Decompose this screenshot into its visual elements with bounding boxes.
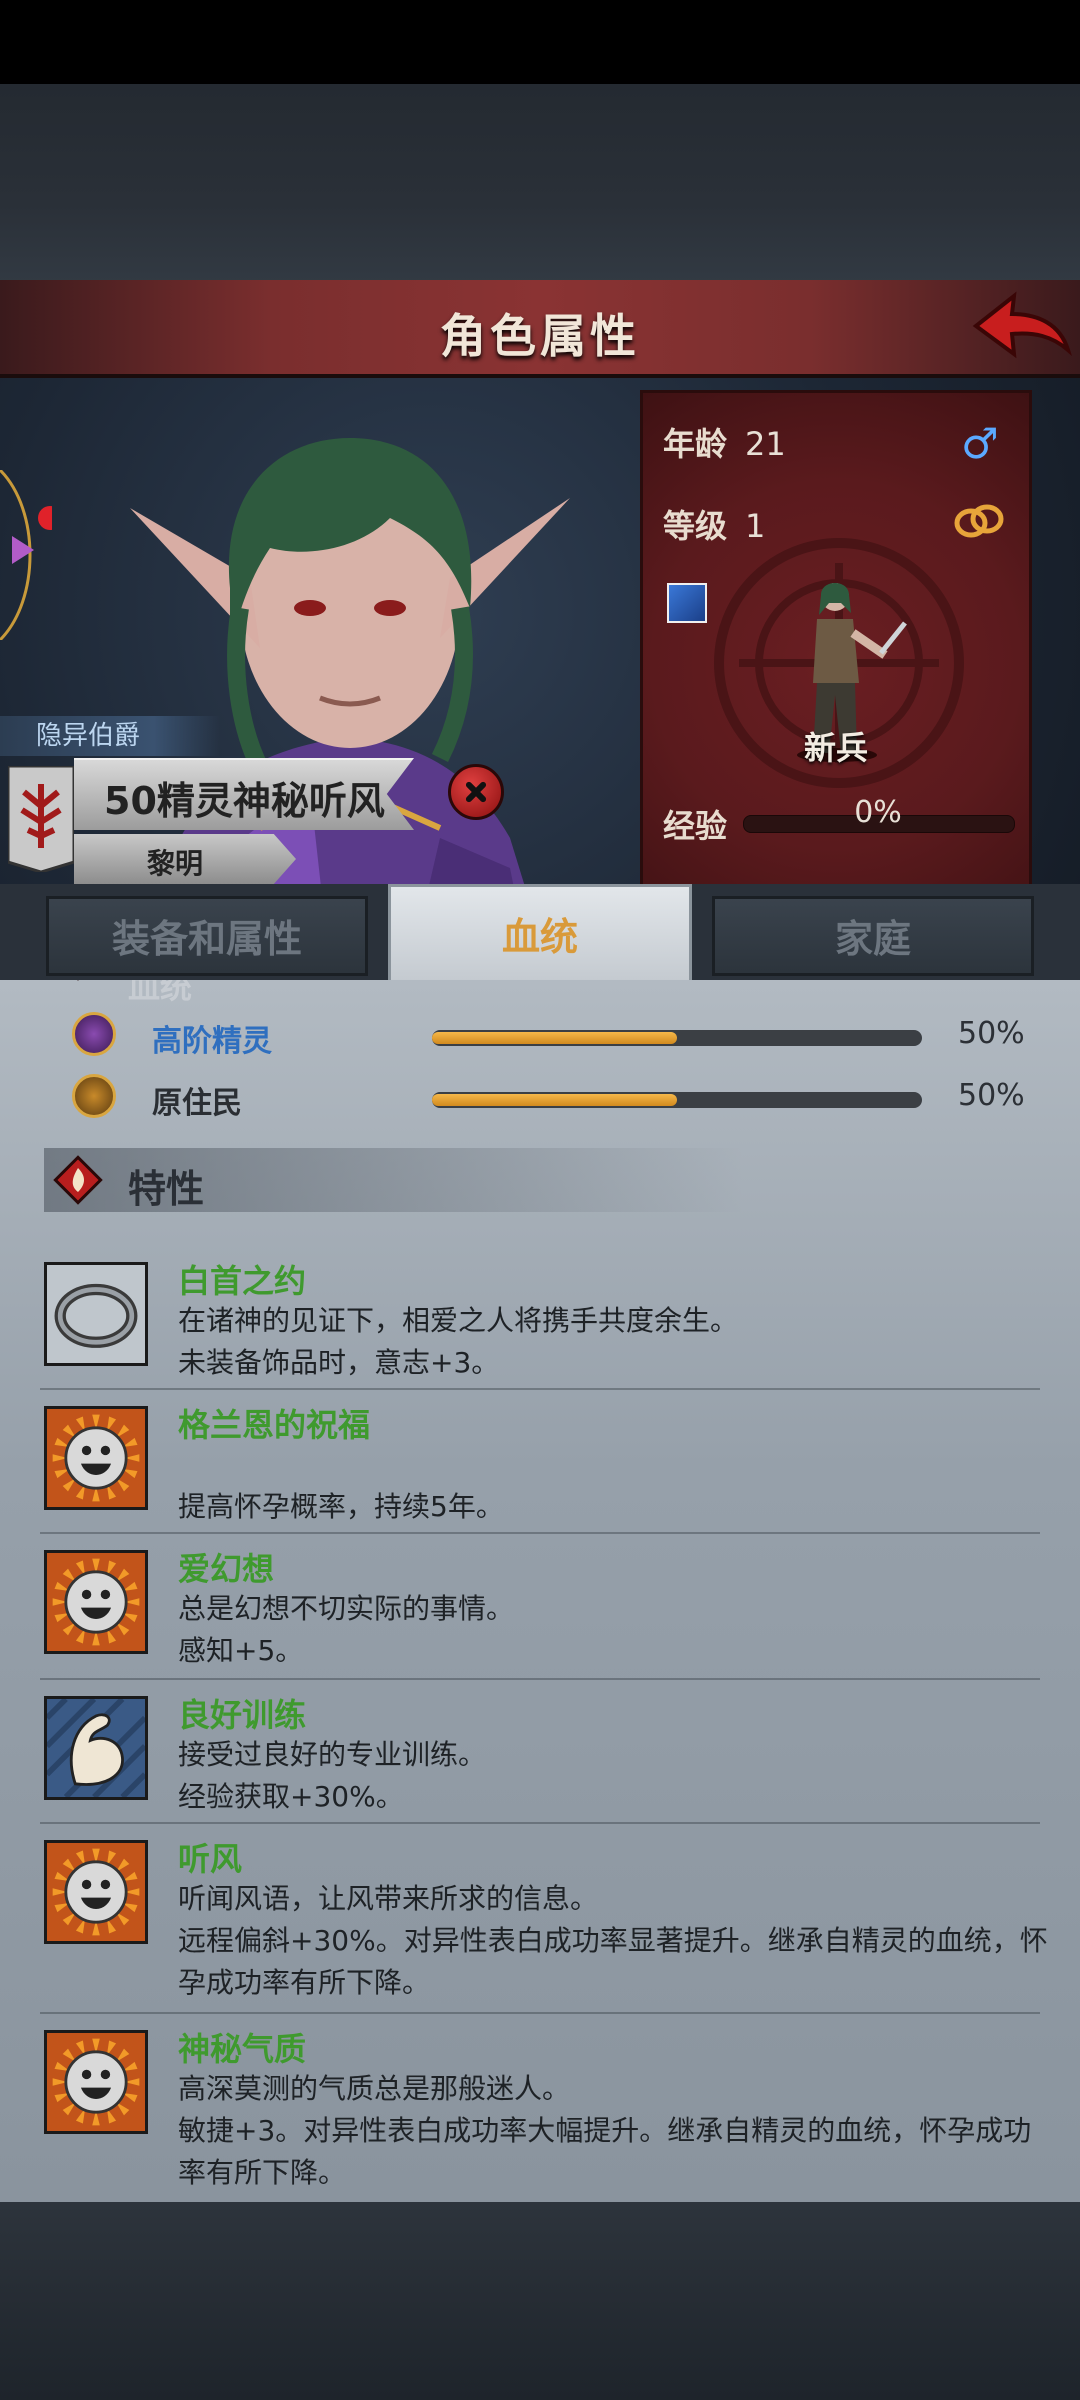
trait-name: 听风 <box>178 1840 243 1878</box>
trait-name: 格兰恩的祝福 <box>178 1406 371 1444</box>
family-name-plate: 黎明 <box>74 834 296 884</box>
age-stat: 年龄 21 <box>663 419 786 465</box>
tab-family[interactable]: 家庭 <box>712 896 1034 976</box>
bloodline-section-title: 血统 <box>128 980 193 1006</box>
trait-description: 高深莫测的气质总是那般迷人。 敏捷+3。对异性表白成功率大幅提升。继承自精灵的血… <box>178 2072 1032 2189</box>
bloodline-bar <box>432 1092 922 1108</box>
native-leaf-icon <box>72 1074 116 1118</box>
trait-description: 提高怀孕概率，持续5年。 <box>178 1490 504 1523</box>
bloodline-percent: 50% <box>958 1016 1025 1051</box>
traits-section-title: 特性 <box>128 1167 205 1211</box>
bloodline-icon <box>53 980 103 981</box>
tab-equipment[interactable]: 装备和属性 <box>46 896 368 976</box>
ring-icon <box>954 504 1004 538</box>
stats-panel: 年龄 21 ♂ 等级 1 新兵 经验 0% <box>640 390 1032 890</box>
high-elf-icon <box>72 1012 116 1056</box>
level-stat: 等级 1 <box>663 501 765 547</box>
rank-label: 隐异伯爵 <box>0 716 220 756</box>
family-name: 黎明 <box>146 847 203 880</box>
bloodline-content: 血统 高阶精灵 50% 原住民 50% 特性 白首之约在诸神的见证下，相爱之人将… <box>0 980 1080 2202</box>
trait-description: 接受过良好的专业训练。 经验获取+30%。 <box>178 1738 487 1813</box>
trait-name: 爱幻想 <box>178 1550 275 1588</box>
status-bar <box>0 0 1080 84</box>
trait-name: 良好训练 <box>178 1696 307 1734</box>
trait-divider <box>40 1388 1040 1390</box>
bloodline-name: 原住民 <box>152 1086 242 1121</box>
sun-smile-icon <box>44 1550 148 1654</box>
age-label: 年龄 <box>663 425 728 463</box>
trait-description: 总是幻想不切实际的事情。 感知+5。 <box>178 1592 515 1667</box>
fire-icon <box>53 1155 103 1205</box>
trait-name: 白首之约 <box>178 1262 307 1300</box>
bloodline-bar <box>432 1030 922 1046</box>
level-label: 等级 <box>663 507 728 545</box>
traits-section-header: 特性 <box>44 1148 744 1212</box>
trait-description: 听闻风语，让风带来所求的信息。 远程偏斜+30%。对异性表白成功率显著提升。继承… <box>178 1882 1048 1999</box>
top-background <box>0 84 1080 284</box>
trait-divider <box>40 1822 1040 1824</box>
exp-label: 经验 <box>663 807 728 845</box>
trait-divider <box>40 1532 1040 1534</box>
weapon-skill-icon[interactable] <box>667 583 707 623</box>
side-ornament-icon <box>0 470 52 640</box>
sun-smile-icon <box>44 2030 148 2134</box>
muscle-arm-icon <box>44 1696 148 1800</box>
trait-divider <box>40 1678 1040 1680</box>
bloodline-percent: 50% <box>958 1078 1025 1113</box>
tab-bloodline[interactable]: 血统 <box>388 884 692 984</box>
page-title: 角色属性 <box>440 309 640 363</box>
family-banner-icon <box>8 766 74 872</box>
male-icon: ♂ <box>961 419 999 468</box>
sun-smile-icon <box>44 1840 148 1944</box>
ring-icon <box>44 1262 148 1366</box>
sun-smile-icon <box>44 1406 148 1510</box>
level-value: 1 <box>745 507 766 545</box>
bloodline-row: 原住民 50% <box>72 1072 1052 1122</box>
exp-value: 0% <box>854 795 902 830</box>
bottom-background <box>0 2202 1080 2400</box>
character-name-plate: 50精灵神秘听风 <box>74 758 414 830</box>
back-arrow-icon[interactable] <box>968 288 1072 368</box>
trait-divider <box>40 2012 1040 2014</box>
dismiss-button[interactable] <box>448 764 504 820</box>
bloodline-bar-fill <box>432 1094 677 1106</box>
trait-name: 神秘气质 <box>178 2030 307 2068</box>
job-label: 新兵 <box>803 729 868 767</box>
bloodline-bar-fill <box>432 1032 677 1044</box>
bloodline-section-header: 血统 <box>44 980 644 1006</box>
character-name: 50精灵神秘听风 <box>104 779 385 823</box>
tab-bar: 装备和属性 血统 家庭 <box>0 884 1080 984</box>
title-bar: 角色属性 <box>0 280 1080 378</box>
bloodline-row: 高阶精灵 50% <box>72 1010 1052 1060</box>
trait-description: 在诸神的见证下，相爱之人将携手共度余生。 未装备饰品时，意志+3。 <box>178 1304 739 1379</box>
age-value: 21 <box>745 425 786 463</box>
bloodline-name: 高阶精灵 <box>152 1024 272 1059</box>
